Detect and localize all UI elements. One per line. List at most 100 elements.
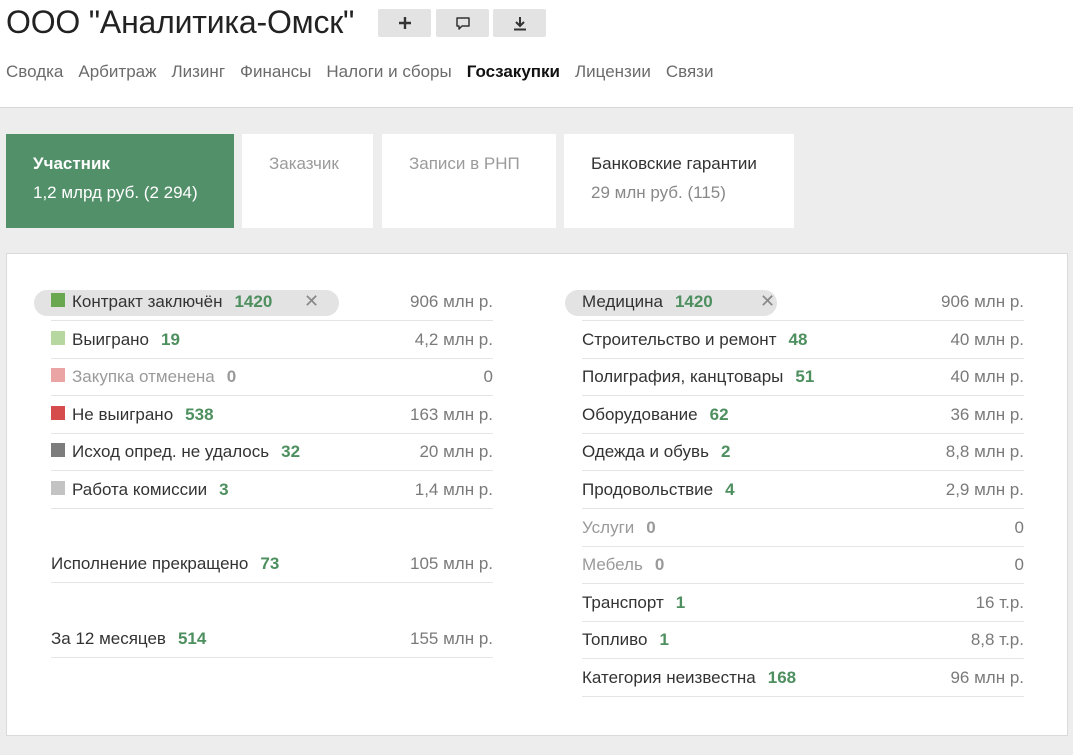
row-amount: 155 млн р. [410, 629, 493, 648]
row-count: 1420 [674, 292, 713, 311]
row-label-text: Услуги [582, 517, 635, 537]
row-label-text: Мебель [582, 555, 643, 575]
category-row[interactable]: Услуги 0 0 [582, 510, 1024, 547]
row-label: Не выиграно [51, 405, 173, 425]
row-amount: 16 т.р. [975, 592, 1024, 612]
row-label-text: Исполнение прекращено [51, 554, 249, 573]
nav-item[interactable]: Налоги и сборы [326, 62, 451, 82]
row-label: Строительство и ремонт [582, 330, 776, 350]
card-subtitle: 29 млн руб. (115) [591, 183, 726, 202]
card-rnp-records[interactable]: Записи в РНП [382, 134, 556, 228]
row-label-text: Выиграно [72, 329, 150, 349]
row-label-text: Оборудование [582, 404, 698, 424]
summary-row[interactable]: За 12 месяцев 514 155 млн р. [51, 621, 493, 658]
company-header: ООО "Аналитика-Омск" Сводка Арбитраж Лизин… [0, 0, 1073, 108]
card-bank-guarantees[interactable]: Банковские гарантии 29 млн руб. (115) [564, 134, 794, 228]
row-count: 62 [709, 404, 729, 424]
status-color-swatch [51, 330, 65, 345]
nav-item[interactable]: Арбитраж [78, 62, 156, 82]
row-label-text: Контракт заключён [72, 292, 223, 311]
add-button[interactable] [378, 9, 431, 37]
comment-icon [455, 16, 470, 30]
status-row[interactable]: Выиграно 19 4,2 млн р. [51, 322, 493, 359]
row-label: Оборудование [582, 405, 698, 425]
card-title: Банковские гарантии [591, 154, 757, 173]
card-subtitle: 1,2 млрд руб. (2 294) [33, 183, 198, 202]
row-amount: 0 [1014, 517, 1024, 537]
card-title: Участник [33, 154, 110, 173]
row-amount: 96 млн р. [950, 668, 1024, 687]
clear-filter-icon[interactable]: ✕ [304, 291, 319, 312]
row-label: Выиграно [51, 330, 149, 350]
row-label: Категория неизвестна [582, 668, 756, 688]
card-customer[interactable]: Заказчик [242, 134, 373, 228]
comment-button[interactable] [436, 9, 489, 37]
row-count: 0 [654, 555, 665, 575]
download-icon [513, 16, 526, 30]
row-amount: 20 млн р. [419, 442, 493, 462]
category-row[interactable]: Полиграфия, канцтовары 51 40 млн р. [582, 359, 1024, 397]
nav-item[interactable]: Госзакупки [467, 62, 560, 82]
status-row[interactable]: Работа комиссии 3 1,4 млн р. [51, 472, 493, 509]
section-nav: Сводка Арбитраж Лизинг Финансы Налоги и сбор… [6, 62, 728, 82]
status-row[interactable]: Не выиграно 538 163 млн р. [51, 397, 493, 434]
status-color-swatch [51, 481, 65, 495]
category-row[interactable]: Строительство и ремонт 48 40 млн р. [582, 322, 1024, 359]
download-button[interactable] [493, 9, 546, 37]
row-label-text: Продовольствие [582, 480, 714, 499]
row-count: 32 [281, 442, 301, 462]
row-label: Работа комиссии [51, 480, 207, 500]
row-count: 3 [219, 480, 229, 499]
nav-item[interactable]: Лизинг [171, 62, 225, 82]
clear-filter-icon[interactable]: ✕ [760, 291, 775, 312]
row-label: Закупка отменена [51, 367, 215, 387]
category-row[interactable]: Одежда и обувь 2 8,8 млн р. [582, 434, 1024, 472]
nav-item[interactable]: Финансы [240, 62, 311, 82]
summary-row[interactable]: Исполнение прекращено 73 105 млн р. [51, 546, 493, 583]
row-count: 1420 [234, 292, 273, 311]
row-count: 73 [260, 554, 280, 573]
category-row[interactable]: Медицина 1420 ✕ 906 млн р. [565, 284, 1024, 321]
category-row[interactable]: Продовольствие 4 2,9 млн р. [582, 472, 1024, 509]
status-color-swatch [51, 443, 65, 458]
row-count: 1 [659, 630, 669, 650]
category-row[interactable]: Оборудование 62 36 млн р. [582, 397, 1024, 434]
category-row[interactable]: Топливо 1 8,8 т.р. [582, 622, 1024, 660]
row-amount: 8,8 т.р. [970, 630, 1024, 650]
category-row[interactable]: Мебель 0 0 [582, 547, 1024, 585]
row-label-text: Медицина [582, 292, 663, 311]
status-color-swatch [51, 368, 65, 383]
status-row[interactable]: Контракт заключён 1420 ✕ 906 млн р. [34, 284, 493, 321]
row-label: За 12 месяцев [51, 629, 166, 649]
status-color-swatch [51, 405, 65, 420]
row-label-text: Не выиграно [72, 404, 174, 424]
category-row[interactable]: Категория неизвестна 168 96 млн р. [582, 660, 1024, 697]
category-row[interactable]: Транспорт 1 16 т.р. [582, 585, 1024, 622]
status-row[interactable]: Закупка отменена 0 0 [51, 359, 493, 397]
row-label-text: Закупка отменена [72, 367, 215, 387]
row-amount: 8,8 млн р. [945, 442, 1024, 462]
row-label: Топливо [582, 630, 647, 650]
nav-item[interactable]: Лицензии [575, 62, 651, 82]
row-label: Услуги [582, 518, 634, 538]
row-count: 0 [226, 367, 237, 387]
nav-item[interactable]: Связи [666, 62, 714, 82]
row-label-text: Топливо [582, 630, 648, 650]
row-count: 19 [161, 329, 180, 349]
card-participant[interactable]: Участник 1,2 млрд руб. (2 294) [6, 134, 234, 228]
row-label: Медицина [582, 292, 663, 312]
row-label: Одежда и обувь [582, 442, 709, 462]
row-amount: 36 млн р. [950, 404, 1024, 424]
row-label-text: Транспорт [582, 592, 664, 612]
row-label-text: Работа комиссии [72, 480, 208, 499]
row-count: 0 [646, 517, 656, 537]
nav-item[interactable]: Сводка [6, 62, 63, 82]
row-count: 168 [767, 668, 797, 687]
row-amount: 105 млн р. [410, 554, 493, 573]
row-amount: 1,4 млн р. [414, 480, 493, 499]
status-row[interactable]: Исход опред. не удалось 32 20 млн р. [51, 434, 493, 472]
card-title: Заказчик [269, 154, 339, 173]
row-amount: 40 млн р. [950, 329, 1024, 349]
row-amount: 906 млн р. [410, 292, 493, 311]
row-count: 4 [725, 480, 735, 499]
